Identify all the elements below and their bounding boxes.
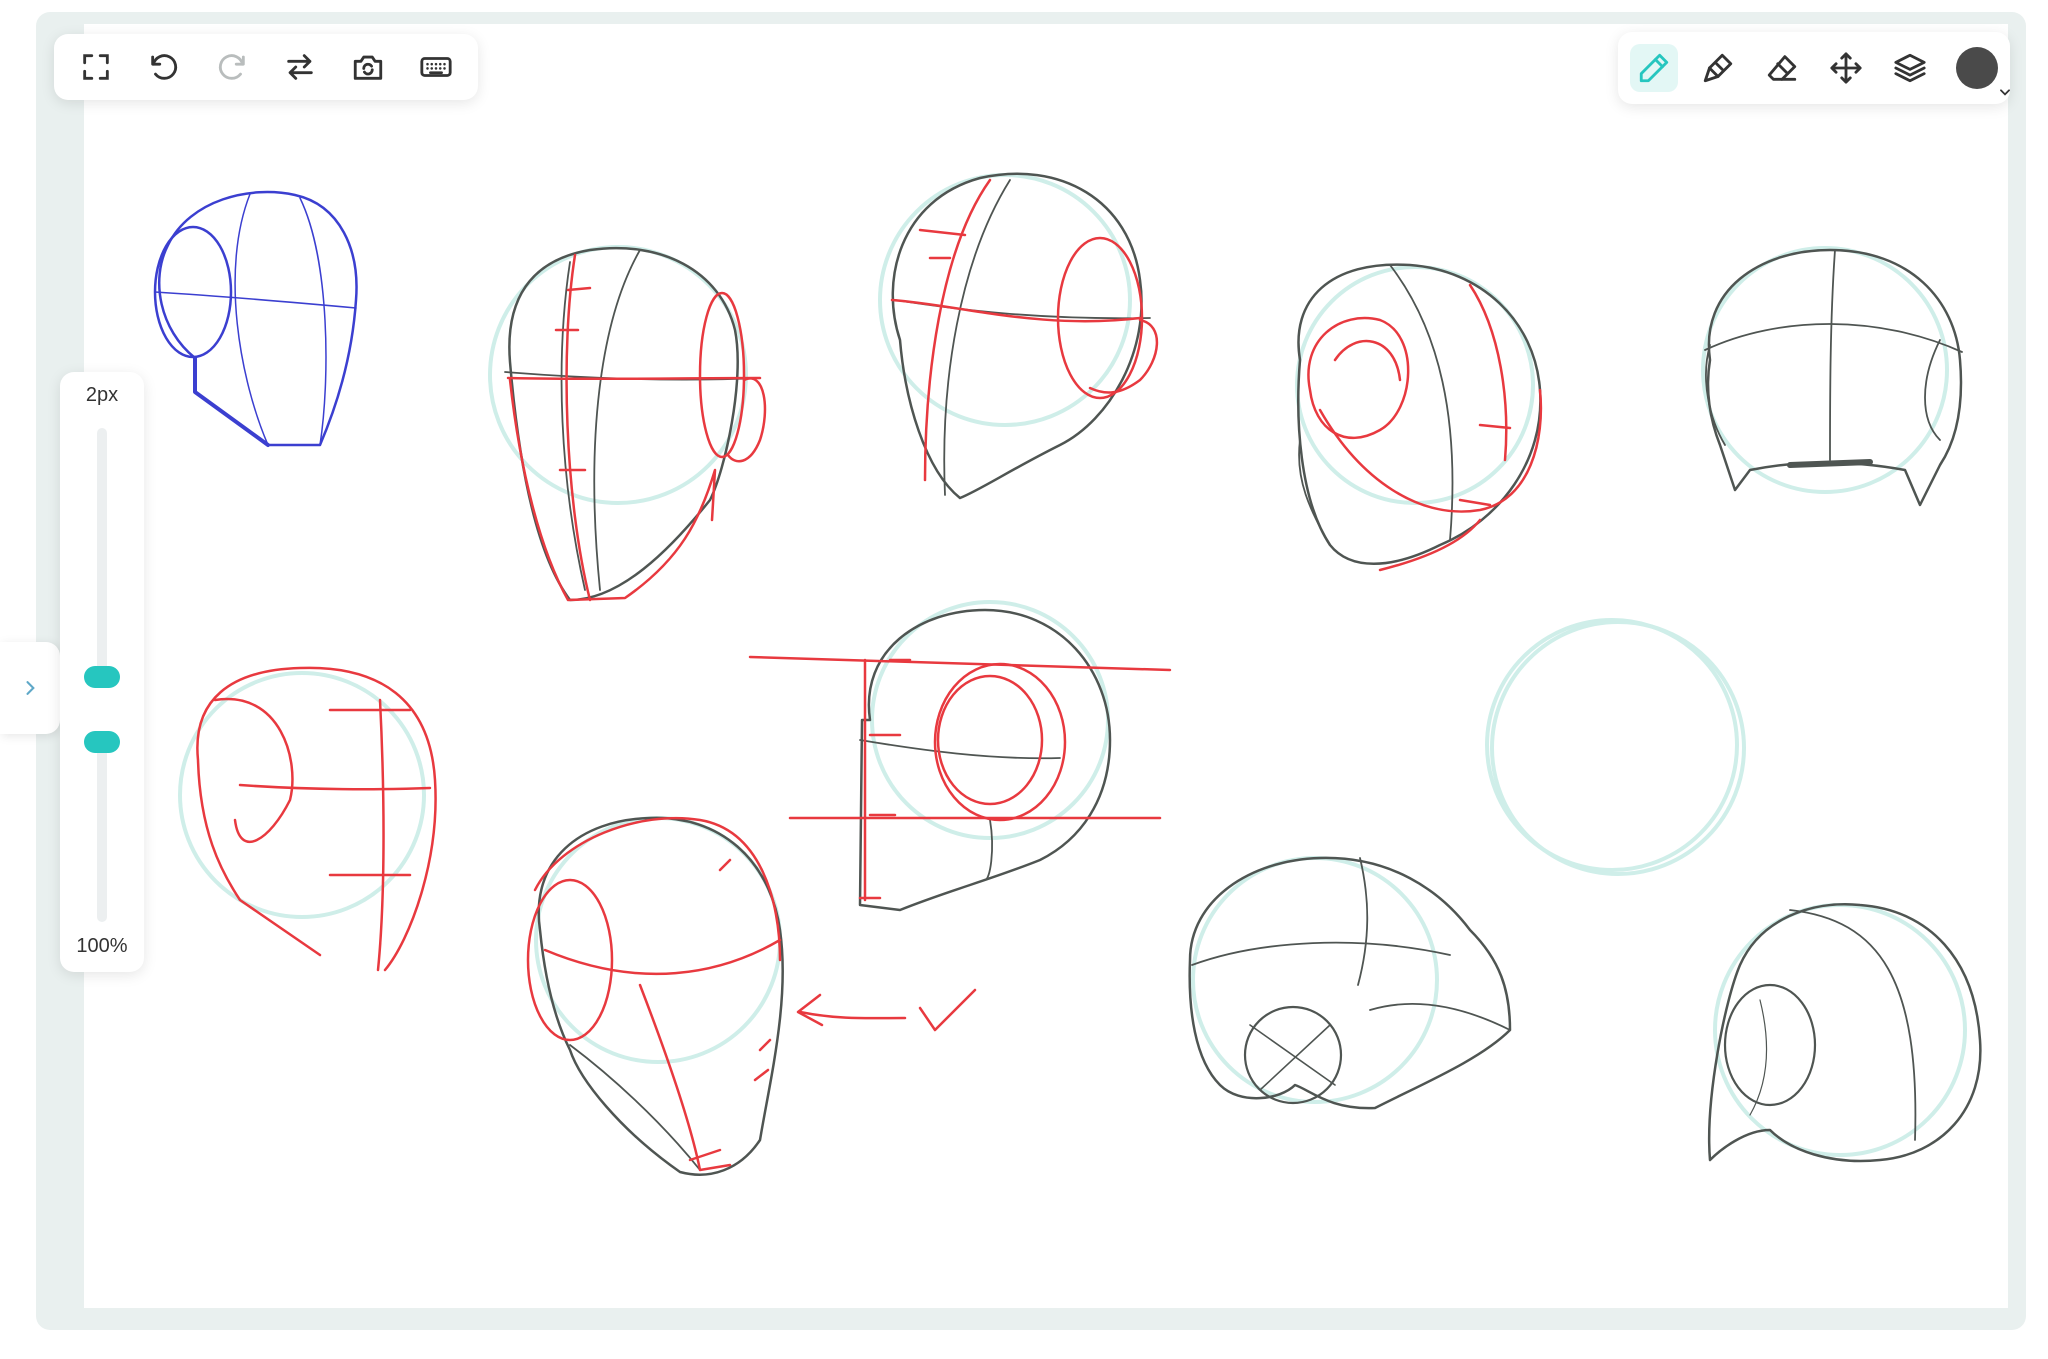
guide-circle [534,816,782,1064]
pencil-icon [1639,53,1669,83]
pencil-tool-button[interactable] [1630,44,1678,92]
guide-circle [488,245,748,505]
eraser-icon [1767,55,1797,81]
top-left-toolbar [54,34,478,100]
head-sketch-front-three-quarter [504,246,767,602]
empty-guide-circle [1490,620,1746,876]
opacity-track[interactable] [97,732,107,922]
head-sketch-red-side [196,666,437,972]
side-panel-toggle[interactable] [0,642,60,734]
keyboard-button[interactable] [412,43,460,91]
guide-circle [1701,246,1949,494]
camera-rotate-icon [353,55,383,80]
camera-switch-button[interactable] [344,43,392,91]
brush-size-label: 2px [85,384,119,406]
move-tool-button[interactable] [1822,44,1870,92]
redo-icon [218,54,245,80]
head-sketch-back-view [1704,248,1963,507]
layers-icon [1894,53,1926,83]
marker-icon [1703,53,1733,83]
annotation-arrow-check [796,988,977,1032]
guide-circle [1191,856,1439,1104]
sketch-layer [153,172,1982,1176]
top-right-toolbar [1618,32,2010,104]
brush-size-thumb[interactable] [84,666,120,688]
redo-button[interactable] [208,43,256,91]
head-sketch-three-quarter-low [526,816,977,1176]
opacity-thumb[interactable] [84,731,120,753]
chevron-right-icon [26,681,35,695]
undo-button[interactable] [140,43,188,91]
head-sketch-blue [153,190,358,447]
drawing-canvas[interactable] [84,24,2008,1308]
swap-arrows-icon [287,54,313,80]
guide-circle [870,600,1110,840]
guide-circle [878,173,1132,427]
keyboard-icon [420,57,452,77]
eraser-tool-button[interactable] [1758,44,1806,92]
layers-button[interactable] [1886,44,1934,92]
fullscreen-button[interactable] [72,43,120,91]
move-arrows-icon [1830,52,1862,84]
head-sketch-profile-low [1188,856,1512,1110]
brush-size-track[interactable] [97,428,107,678]
brush-slider-panel: 2px 100% [60,372,144,972]
fullscreen-icon [83,54,109,80]
undo-icon [151,54,178,80]
opacity-label: 100% [76,935,128,957]
head-sketch-side-ear [890,172,1159,500]
color-picker-button[interactable] [1956,47,2010,96]
swap-button[interactable] [276,43,324,91]
chevron-down-icon [2000,89,2010,96]
marker-tool-button[interactable] [1694,44,1742,92]
head-sketch-front-guides [748,608,1172,912]
